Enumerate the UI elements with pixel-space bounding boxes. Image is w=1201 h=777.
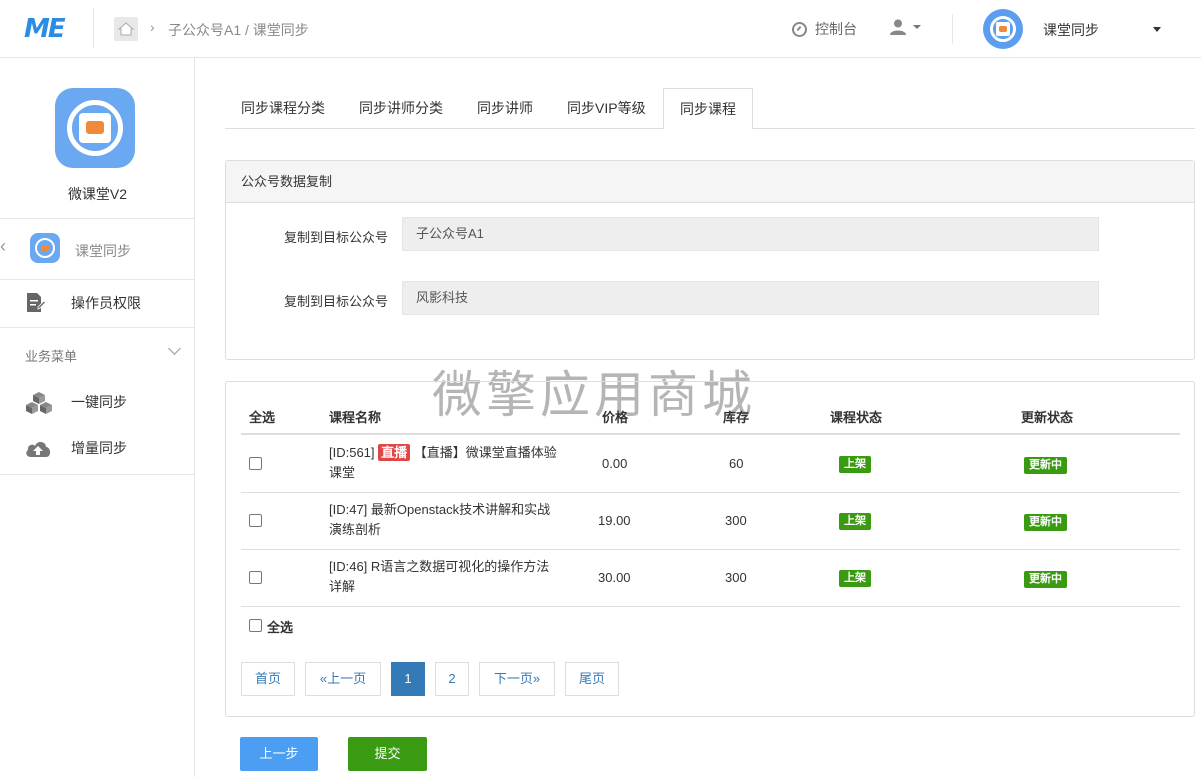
sidebar-item-operator-permissions[interactable]: 操作员权限 [24, 292, 141, 314]
divider [241, 549, 1180, 550]
tab-bar: 同步课程分类 同步讲师分类 同步讲师 同步VIP等级 同步课程 [225, 88, 1195, 130]
target-account-field[interactable]: 子公众号A1 [402, 217, 1099, 251]
edit-doc-icon [24, 292, 50, 314]
col-header-status: 课程状态 [830, 410, 883, 425]
user-menu[interactable] [889, 18, 921, 36]
course-stock: 300 [725, 570, 747, 585]
copy-panel: 公众号数据复制 复制到目标公众号 子公众号A1 复制到目标公众号 风影科技 [225, 160, 1195, 360]
console-label: 控制台 [815, 21, 857, 37]
sidebar-item-label: 操作员权限 [71, 295, 141, 311]
course-price: 30.00 [598, 570, 631, 585]
section-title: 业务菜单 [25, 349, 78, 364]
tab-sync-lecturer[interactable]: 同步讲师 [461, 88, 549, 129]
app-logo [55, 88, 135, 168]
breadcrumb[interactable]: 子公众号A1 / 课堂同步 [168, 20, 309, 40]
course-table-panel: 全选 课程名称 价格 库存 课程状态 更新状态 [ID:561] 直播 【直播】… [225, 381, 1195, 717]
app-title: 微课堂V2 [67, 186, 128, 202]
course-price: 19.00 [598, 513, 631, 528]
cloud-upload-icon [24, 437, 51, 459]
pager-page-2[interactable]: 2 [435, 662, 469, 696]
row-checkbox[interactable] [249, 457, 262, 470]
col-header-price: 价格 [602, 410, 629, 425]
col-header-update: 更新状态 [1021, 410, 1074, 425]
app-name[interactable]: 课堂同步 [1043, 20, 1099, 40]
tab-sync-vip-level[interactable]: 同步VIP等级 [551, 88, 662, 129]
sidebar-item-one-click-sync[interactable]: 一键同步 [24, 391, 127, 414]
brand-logo[interactable]: ME [24, 14, 66, 44]
tab-sync-course[interactable]: 同步课程 [663, 88, 753, 130]
status-badge: 上架 [839, 513, 871, 530]
sidebar-item-label: 增量同步 [71, 440, 127, 456]
update-badge: 更新中 [1024, 514, 1067, 531]
divider [241, 606, 1180, 607]
prev-step-button[interactable]: 上一步 [240, 737, 318, 771]
home-button[interactable] [114, 17, 138, 41]
row-checkbox[interactable] [249, 514, 262, 527]
col-header-stock: 库存 [723, 410, 750, 425]
pager-next[interactable]: 下一页» [479, 662, 555, 696]
caret-down-icon[interactable] [1153, 27, 1161, 32]
caret-down-icon [913, 25, 921, 29]
field-label: 复制到目标公众号 [283, 230, 388, 245]
field-label: 复制到目标公众号 [283, 294, 388, 309]
top-bar: ME › 子公众号A1 / 课堂同步 控制台 课堂同步 [0, 0, 1201, 58]
divider [0, 327, 195, 328]
chevron-right-icon: › [150, 19, 155, 35]
pager-first[interactable]: 首页 [241, 662, 295, 696]
row-checkbox[interactable] [249, 571, 262, 584]
course-stock: 300 [725, 513, 747, 528]
current-module-label[interactable]: 课堂同步 [75, 241, 131, 261]
course-name: [ID:561] 直播 【直播】微课堂直播体验课堂 [329, 444, 557, 480]
update-badge: 更新中 [1024, 571, 1067, 588]
tab-sync-lecturer-category[interactable]: 同步讲师分类 [343, 88, 459, 129]
live-badge: 直播 [378, 444, 411, 461]
col-header-name: 课程名称 [329, 410, 382, 425]
course-price: 0.00 [602, 456, 628, 471]
user-icon [890, 19, 906, 35]
app-avatar[interactable] [983, 9, 1023, 49]
pager-page-1[interactable]: 1 [391, 662, 425, 696]
divider [0, 279, 195, 280]
status-badge: 上架 [839, 570, 871, 587]
divider [241, 492, 1180, 493]
dashboard-icon [792, 21, 807, 37]
panel-title: 公众号数据复制 [226, 161, 1194, 203]
course-stock: 60 [729, 456, 744, 471]
console-link[interactable]: 控制台 [792, 19, 857, 39]
tab-sync-course-category[interactable]: 同步课程分类 [225, 88, 341, 129]
sidebar-item-incremental-sync[interactable]: 增量同步 [24, 437, 127, 459]
back-chevron-icon[interactable]: ‹ [0, 236, 6, 257]
course-name: [ID:46] R语言之数据可视化的操作方法详解 [329, 559, 550, 594]
select-all-label[interactable]: 全选 [267, 617, 293, 636]
chevron-down-icon[interactable] [168, 342, 181, 355]
pager-last[interactable]: 尾页 [565, 662, 619, 696]
divider [952, 14, 953, 44]
course-name: [ID:47] 最新Openstack技术讲解和实战演练剖析 [329, 502, 551, 537]
divider [0, 474, 195, 475]
current-module-icon [30, 233, 60, 263]
sidebar: 微课堂V2 ‹ 课堂同步 操作员权限 业务菜单 一键同步 增量同步 [0, 58, 195, 777]
divider [241, 433, 1180, 435]
cubes-icon [24, 391, 52, 414]
target-account-field[interactable]: 风影科技 [402, 281, 1099, 315]
select-all-checkbox[interactable] [249, 619, 262, 632]
submit-button[interactable]: 提交 [348, 737, 427, 771]
update-badge: 更新中 [1024, 457, 1067, 474]
divider [0, 218, 195, 219]
col-header-select: 全选 [249, 410, 276, 425]
sidebar-item-label: 一键同步 [71, 394, 127, 410]
divider [93, 8, 94, 48]
pager-prev[interactable]: «上一页 [305, 662, 381, 696]
status-badge: 上架 [839, 456, 871, 473]
home-icon [118, 22, 134, 36]
